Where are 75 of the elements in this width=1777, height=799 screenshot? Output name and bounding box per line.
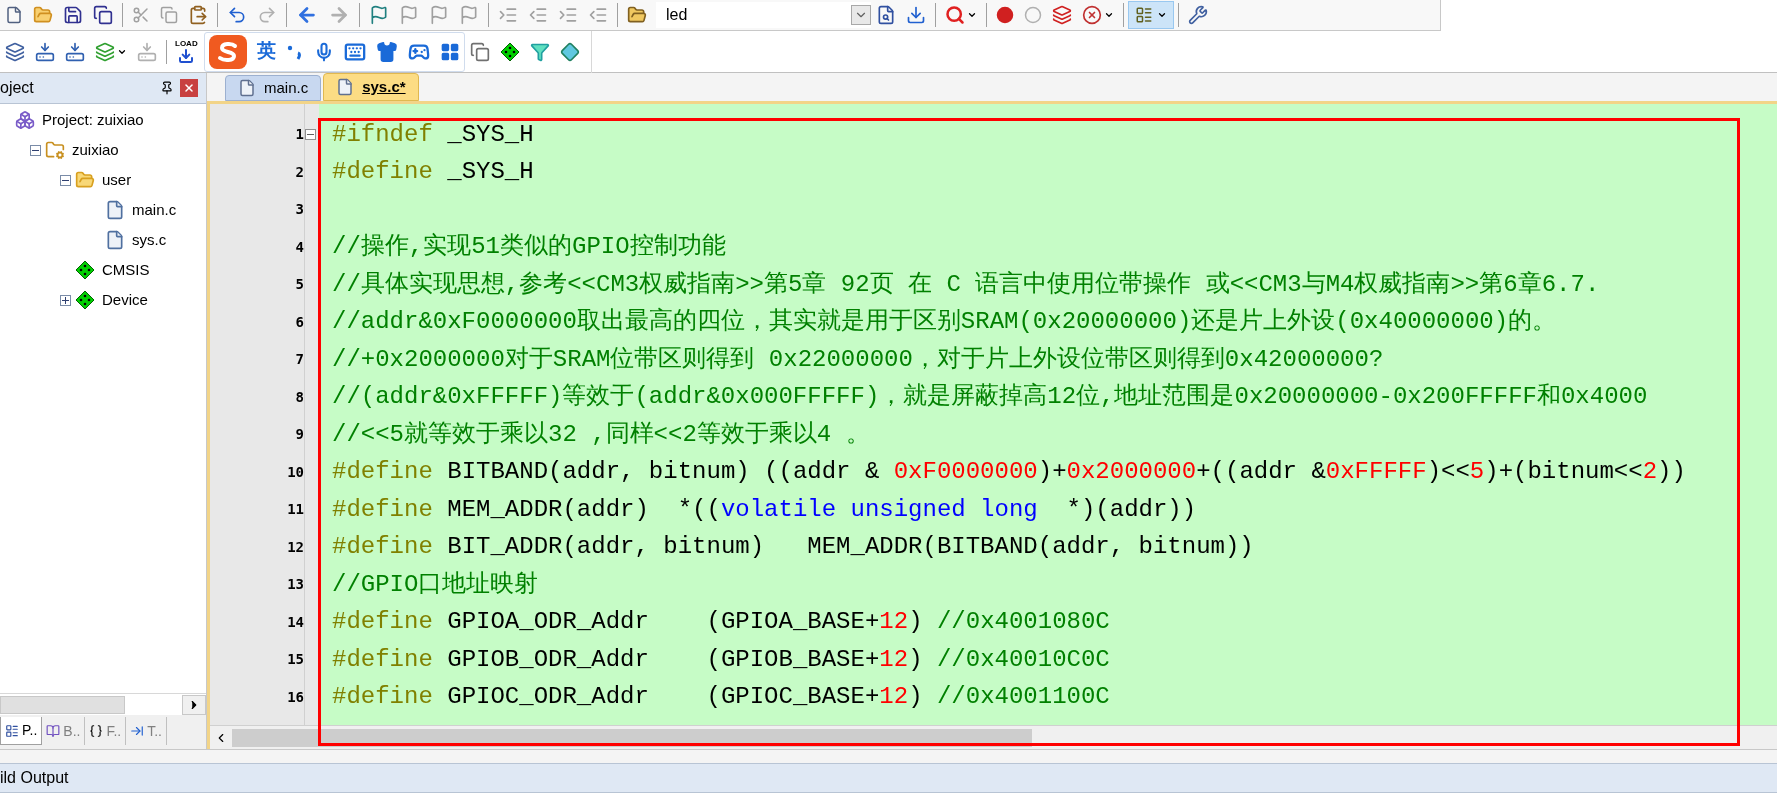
tab-icon — [130, 724, 145, 738]
line-number: 9 — [295, 425, 304, 445]
project-icon — [15, 110, 35, 130]
collapse-icon[interactable] — [60, 174, 71, 186]
line-number: 6 — [295, 312, 304, 332]
file-icon — [105, 200, 125, 220]
code-line: #define GPIOA_ODR_Addr (GPIOA_BASE+12) //0x4001080C — [332, 607, 1110, 638]
panel-tab[interactable]: P.. — [0, 717, 43, 745]
window-layout-icon — [1135, 6, 1153, 24]
code-line: //(addr&0xFFFFF)等效于(addr&0x000FFFFF)，就是屏蔽掉高12位,地址范围是0x20000000-0x200FFFFF和0x4000 — [332, 381, 1648, 413]
ime-language-toggle[interactable]: 英 — [256, 37, 276, 66]
line-number: 13 — [287, 575, 304, 595]
tab-icon — [46, 724, 61, 738]
panel-title: oject — [0, 78, 35, 98]
code-line: #define BIT_ADDR(addr, bitnum) MEM_ADDR(BITBAND(addr, bitnum)) — [332, 532, 1254, 563]
code-line: //<<5就等效于乘以32 ,同样<<2等效于乘以4 。 — [332, 419, 870, 450]
line-number: 3 — [295, 200, 304, 220]
code-line: #define GPIOB_ODR_Addr (GPIOB_BASE+12) //0x40010C0C — [332, 644, 1110, 675]
line-number: 16 — [287, 687, 304, 707]
tree-item[interactable]: Device — [102, 288, 148, 312]
tab-icon — [89, 724, 104, 738]
component-icon — [75, 290, 95, 310]
shirt-icon[interactable] — [375, 40, 398, 63]
line-number: 4 — [295, 237, 304, 257]
tree-item[interactable]: Project: zuixiao — [42, 108, 144, 132]
tree-item[interactable]: user — [102, 168, 132, 192]
tree-item[interactable]: sys.c — [132, 228, 167, 252]
grid-icon[interactable] — [439, 41, 460, 62]
pin-icon[interactable] — [160, 81, 174, 95]
line-number: 5 — [295, 275, 304, 295]
file-tab[interactable]: sys.c* — [323, 73, 419, 101]
fold-icon[interactable] — [305, 129, 316, 141]
scrollbar-thumb[interactable] — [0, 695, 125, 714]
ime-logo-icon[interactable] — [208, 34, 247, 69]
code-line: //addr&0xF0000000取出最高的四位，其实就是用于区别SRAM(0x20000000)还是片上外设(0x40000000)的。 — [332, 306, 1557, 338]
line-number: 1 — [295, 125, 304, 145]
file-tab[interactable]: main.c — [225, 75, 322, 101]
load-button[interactable]: LOAD — [171, 39, 202, 64]
code-line: #define MEM_ADDR(addr) *((volatile unsigned long *)(addr)) — [332, 494, 1197, 525]
folder-icon — [45, 140, 65, 160]
code-line: #define _SYS_H — [332, 157, 534, 188]
tree-item[interactable]: zuixiao — [72, 138, 119, 162]
line-number: 7 — [295, 350, 304, 370]
code-line: #define GPIOC_ODR_Addr (GPIOC_BASE+12) //0x4001100C — [332, 682, 1110, 713]
scrollbar-thumb[interactable] — [232, 728, 1032, 747]
close-icon[interactable] — [180, 79, 198, 97]
code-line: #define BITBAND(addr, bitnum) ((addr & 0xF0000000)+0x2000000+((addr &0xFFFFF)<<5)+(bitnum<<2)) — [332, 457, 1686, 488]
file-icon — [105, 230, 125, 250]
dropdown-icon[interactable] — [851, 5, 871, 25]
code-line: //+0x2000000对于SRAM位带区则得到 0x22000000，对于片上外设位带区则得到0x42000000? — [332, 344, 1384, 375]
component-icon — [75, 260, 95, 280]
tab-icon — [5, 723, 19, 738]
collapse-icon[interactable] — [30, 144, 41, 156]
tree-item[interactable]: main.c — [132, 198, 177, 222]
file-icon — [238, 79, 256, 97]
line-number: 2 — [295, 162, 304, 182]
code-line: #ifndef _SYS_H — [332, 119, 534, 150]
code-line: //操作,实现51类似的GPIO控制功能 — [332, 232, 726, 263]
tree-item[interactable]: CMSIS — [102, 258, 150, 282]
line-number: 12 — [287, 537, 304, 557]
line-number: 11 — [287, 500, 304, 520]
target-field[interactable]: led — [656, 2, 871, 28]
scroll-right-icon[interactable] — [182, 694, 206, 715]
line-number: 14 — [287, 612, 304, 632]
download-icon — [178, 48, 195, 64]
line-number: 8 — [295, 387, 304, 407]
file-icon — [336, 78, 355, 96]
expand-icon[interactable] — [60, 294, 71, 306]
folder-icon — [75, 170, 95, 190]
line-number: 10 — [287, 462, 304, 482]
line-number: 15 — [287, 650, 304, 670]
window-layout-button[interactable] — [1128, 1, 1174, 29]
panel-title: ild Output — [0, 768, 69, 788]
code-line: //GPIO口地址映射 — [332, 569, 539, 600]
code-line: //具体实现思想,参考<<CM3权威指南>>第5章 92页 在 C 语言中使用位带操作 或<<CM3与M4权威指南>>第6章6.7. — [332, 269, 1600, 300]
